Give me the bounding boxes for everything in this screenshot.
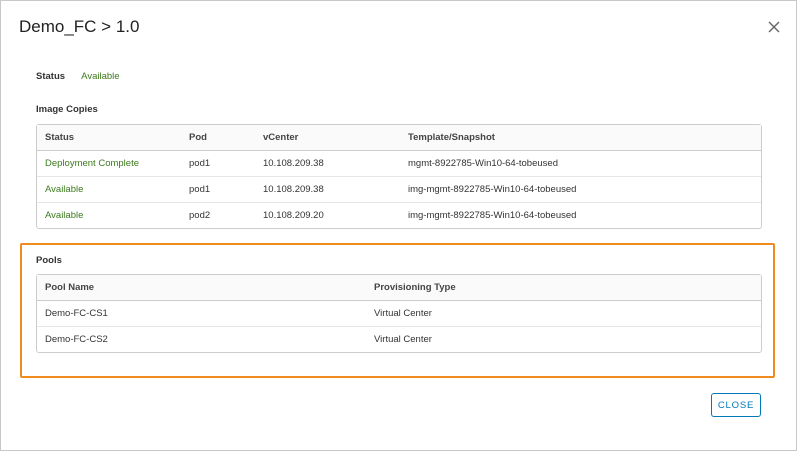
table-row[interactable]: Available pod1 10.108.209.38 img-mgmt-89… (37, 177, 761, 203)
table-row[interactable]: Demo-FC-CS1 Virtual Center (37, 301, 761, 327)
pools-header: Pool Name Provisioning Type (37, 275, 761, 301)
close-icon[interactable] (766, 19, 782, 35)
cell-status: Available (45, 210, 84, 221)
column-header-vcenter[interactable]: vCenter (255, 132, 400, 143)
image-copies-header: Status Pod vCenter Template/Snapshot (37, 125, 761, 151)
table-row[interactable]: Deployment Complete pod1 10.108.209.38 m… (37, 151, 761, 177)
cell-pool-name: Demo-FC-CS2 (45, 334, 108, 345)
pools-heading: Pools (36, 255, 62, 266)
image-copies-grid: Status Pod vCenter Template/Snapshot Dep… (36, 124, 762, 229)
table-row[interactable]: Available pod2 10.108.209.20 img-mgmt-89… (37, 203, 761, 228)
status-label: Status (36, 71, 66, 82)
cell-template: img-mgmt-8922785-Win10-64-tobeused (408, 184, 577, 195)
cell-pod: pod1 (189, 184, 211, 195)
cell-status: Deployment Complete (45, 158, 139, 169)
table-row[interactable]: Demo-FC-CS2 Virtual Center (37, 327, 761, 352)
column-header-pool-name[interactable]: Pool Name (37, 282, 366, 293)
column-header-provisioning-type[interactable]: Provisioning Type (366, 282, 759, 293)
cell-pool-name: Demo-FC-CS1 (45, 308, 108, 319)
cell-template: img-mgmt-8922785-Win10-64-tobeused (408, 210, 577, 221)
cell-vcenter: 10.108.209.20 (263, 210, 324, 221)
cell-vcenter: 10.108.209.38 (263, 158, 324, 169)
status-row: Status Available (36, 70, 120, 84)
close-button[interactable]: CLOSE (711, 393, 761, 417)
cell-pod: pod2 (189, 210, 211, 221)
dialog: Demo_FC > 1.0 Status Available Image Cop… (0, 0, 797, 451)
cell-pod: pod1 (189, 158, 211, 169)
cell-provisioning-type: Virtual Center (374, 334, 432, 345)
column-header-template[interactable]: Template/Snapshot (400, 132, 759, 143)
close-icon-glyph (768, 21, 780, 33)
pools-grid: Pool Name Provisioning Type Demo-FC-CS1 … (36, 274, 762, 353)
column-header-pod[interactable]: Pod (181, 132, 255, 143)
image-copies-heading: Image Copies (36, 104, 98, 115)
cell-status: Available (45, 184, 84, 195)
cell-provisioning-type: Virtual Center (374, 308, 432, 319)
column-header-status[interactable]: Status (37, 132, 181, 143)
cell-vcenter: 10.108.209.38 (263, 184, 324, 195)
cell-template: mgmt-8922785-Win10-64-tobeused (408, 158, 558, 169)
status-value: Available (81, 71, 120, 82)
dialog-title: Demo_FC > 1.0 (19, 17, 140, 36)
